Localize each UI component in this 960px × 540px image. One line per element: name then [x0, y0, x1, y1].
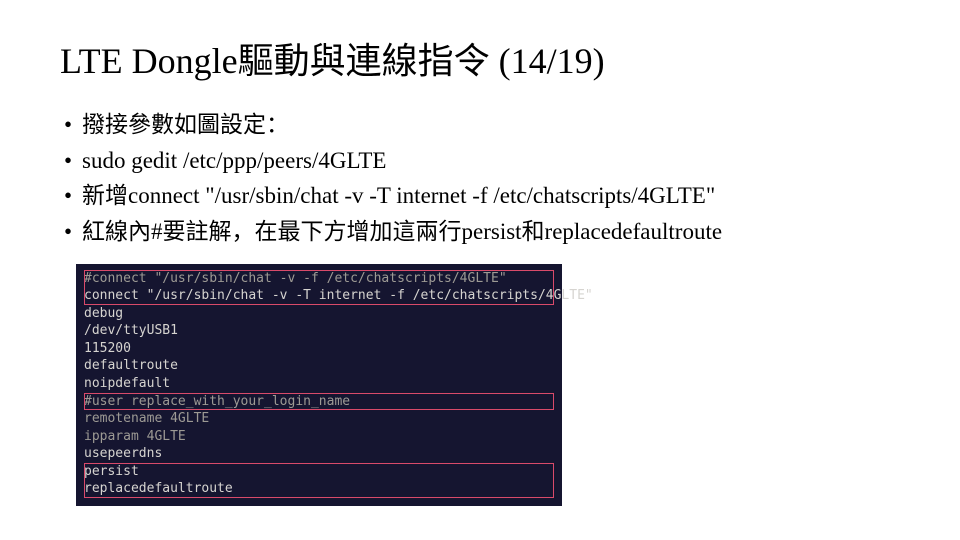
- red-outline-box: #connect "/usr/sbin/chat -v -f /etc/chat…: [84, 270, 554, 305]
- bullet-item: 紅線內#要註解，在最下方增加這兩行persist和replacedefaultr…: [60, 214, 900, 250]
- code-line: replacedefaultroute: [84, 480, 554, 498]
- code-line: /dev/ttyUSB1: [84, 322, 554, 340]
- code-line: defaultroute: [84, 357, 554, 375]
- code-line: 115200: [84, 340, 554, 358]
- code-line: ipparam 4GLTE: [84, 428, 554, 446]
- code-line: usepeerdns: [84, 445, 554, 463]
- code-line: remotename 4GLTE: [84, 410, 554, 428]
- bullet-list: 撥接參數如圖設定： sudo gedit /etc/ppp/peers/4GLT…: [60, 107, 900, 250]
- bullet-item: 撥接參數如圖設定：: [60, 107, 900, 143]
- red-outline-box: #user replace_with_your_login_name: [84, 393, 554, 411]
- red-outline-box: persist replacedefaultroute: [84, 463, 554, 498]
- slide-title: LTE Dongle驅動與連線指令 (14/19): [60, 40, 900, 83]
- code-line: debug: [84, 305, 554, 323]
- code-line: #user replace_with_your_login_name: [84, 393, 554, 411]
- bullet-item: 新增connect "/usr/sbin/chat -v -T internet…: [60, 178, 900, 214]
- code-line: noipdefault: [84, 375, 554, 393]
- slide: LTE Dongle驅動與連線指令 (14/19) 撥接參數如圖設定： sudo…: [0, 0, 960, 526]
- code-line: persist: [84, 463, 554, 481]
- bullet-item: sudo gedit /etc/ppp/peers/4GLTE: [60, 143, 900, 179]
- code-line: #connect "/usr/sbin/chat -v -f /etc/chat…: [84, 270, 554, 288]
- code-line: connect "/usr/sbin/chat -v -T internet -…: [84, 287, 554, 305]
- terminal-screenshot: #connect "/usr/sbin/chat -v -f /etc/chat…: [76, 264, 562, 506]
